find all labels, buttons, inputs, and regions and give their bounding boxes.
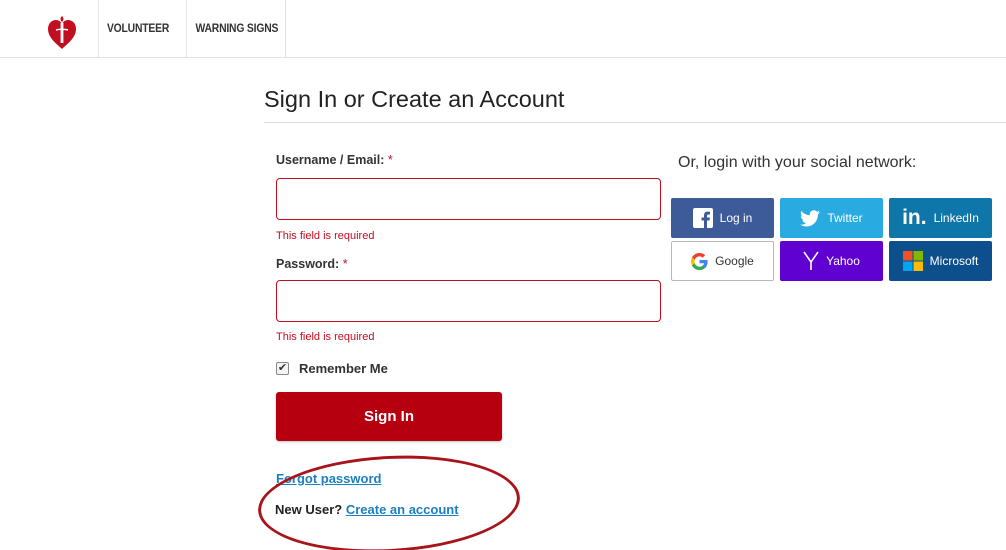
password-label-text: Password: bbox=[276, 257, 340, 271]
linkedin-login-label: LinkedIn bbox=[933, 211, 979, 225]
create-account-link[interactable]: Create an account bbox=[346, 502, 459, 517]
annotation-circle bbox=[255, 449, 523, 550]
facebook-icon bbox=[692, 208, 713, 228]
password-input[interactable] bbox=[276, 280, 661, 322]
linkedin-login-button[interactable]: in. LinkedIn bbox=[889, 198, 992, 238]
username-input[interactable] bbox=[276, 178, 661, 220]
google-login-button[interactable]: Google bbox=[671, 241, 774, 281]
remember-me-label: Remember Me bbox=[299, 360, 388, 376]
nav-divider bbox=[285, 0, 286, 58]
heart-torch-logo-icon[interactable] bbox=[47, 14, 77, 50]
sign-in-button[interactable]: Sign In bbox=[276, 392, 502, 441]
password-error: This field is required bbox=[276, 331, 375, 343]
remember-me[interactable]: ✔ Remember Me bbox=[276, 360, 388, 376]
nav-volunteer[interactable]: VOLUNTEER bbox=[98, 0, 177, 58]
yahoo-login-button[interactable]: Yahoo bbox=[780, 241, 883, 281]
microsoft-login-button[interactable]: Microsoft bbox=[889, 241, 992, 281]
linkedin-icon: in. bbox=[902, 206, 927, 229]
google-login-label: Google bbox=[715, 254, 754, 268]
password-label: Password: * bbox=[276, 257, 348, 271]
twitter-login-button[interactable]: Twitter bbox=[780, 198, 883, 238]
twitter-login-label: Twitter bbox=[827, 211, 863, 225]
new-user-label: New User? bbox=[275, 502, 343, 517]
page-title: Sign In or Create an Account bbox=[264, 86, 565, 112]
microsoft-icon bbox=[902, 251, 923, 271]
username-label-text: Username / Email: bbox=[276, 153, 385, 167]
yahoo-icon bbox=[803, 251, 819, 271]
new-user-line: New User? Create an account bbox=[275, 502, 459, 517]
google-icon bbox=[691, 252, 708, 270]
title-divider bbox=[264, 122, 1006, 123]
remember-me-checkbox[interactable]: ✔ bbox=[276, 361, 289, 375]
twitter-icon bbox=[800, 209, 821, 227]
facebook-login-label: Log in bbox=[719, 211, 753, 225]
top-nav: VOLUNTEER WARNING SIGNS bbox=[0, 0, 1006, 58]
forgot-password-link[interactable]: Forgot password bbox=[276, 471, 381, 486]
nav-warning-signs[interactable]: WARNING SIGNS bbox=[186, 0, 287, 58]
required-mark: * bbox=[387, 153, 393, 167]
username-error: This field is required bbox=[276, 230, 375, 242]
facebook-login-button[interactable]: Log in bbox=[671, 198, 774, 238]
username-label: Username / Email: * bbox=[276, 153, 393, 167]
required-mark: * bbox=[342, 257, 348, 271]
microsoft-login-label: Microsoft bbox=[929, 254, 979, 268]
yahoo-login-label: Yahoo bbox=[826, 254, 860, 268]
social-heading: Or, login with your social network: bbox=[678, 154, 917, 171]
